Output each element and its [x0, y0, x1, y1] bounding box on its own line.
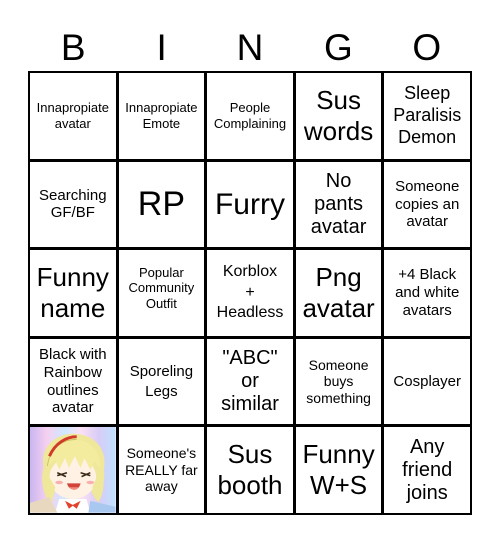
bingo-cell[interactable]: +4 Black and white avatars [384, 250, 470, 336]
bingo-cell[interactable]: Someone buys something [295, 338, 382, 425]
bingo-cell[interactable]: Innapropiate Emote [118, 73, 205, 159]
bingo-cell[interactable]: Black with Rainbow outlines avatar [30, 338, 116, 425]
bingo-cell[interactable]: Furry [207, 161, 293, 248]
cell-text: Any friend joins [402, 435, 453, 504]
cell-text: Innapropiate Emote [125, 100, 198, 131]
cell-text: Cosplayer [393, 372, 461, 390]
cell-text: Innapropiate avatar [36, 100, 109, 131]
bingo-cell[interactable]: Sus booth [207, 427, 293, 513]
bingo-cell[interactable]: Sus words [295, 73, 382, 159]
cell-text: Popular Community Outfit [128, 265, 195, 311]
bingo-cell[interactable]: Funny W+S [295, 427, 382, 513]
bingo-cell[interactable]: Sporeling Legs [118, 338, 205, 425]
cell-text: RP [137, 185, 185, 224]
header-letter-n: N [236, 27, 264, 68]
cell-text: Korblox + Headless [216, 262, 284, 322]
bingo-board: Innapropiate avatar Innapropiate Emote P… [28, 71, 472, 515]
cell-text: Someone copies an avatar [395, 177, 460, 231]
cell-text: People Complaining [213, 100, 287, 131]
bingo-cell[interactable]: RP [118, 161, 205, 248]
bingo-cell[interactable]: Searching GF/BF [30, 161, 116, 248]
bingo-cell[interactable]: Popular Community Outfit [118, 250, 205, 336]
bingo-cell[interactable]: "ABC" or similar [207, 338, 293, 425]
cell-text: Funny W+S [302, 439, 375, 501]
cell-text: Furry [214, 187, 285, 221]
cell-text: Black with Rainbow outlines avatar [39, 346, 107, 417]
cell-text: Sus words [303, 84, 374, 146]
header-letter-i: I [156, 27, 167, 68]
bingo-cell[interactable]: Cosplayer [384, 338, 470, 425]
cell-text: Someone buys something [306, 356, 371, 406]
cell-text: +4 Black and white avatars [395, 266, 460, 319]
bingo-cell[interactable]: Someone copies an avatar [384, 161, 470, 248]
bingo-cell[interactable]: Png avatar [295, 250, 382, 336]
cell-text: Sus booth [217, 439, 283, 501]
cell-text: "ABC" or similar [221, 347, 279, 416]
free-space-image-cell[interactable] [30, 427, 116, 513]
bingo-cell[interactable]: Korblox + Headless [207, 250, 293, 336]
cell-text: Funny name [36, 261, 109, 323]
cell-text: Searching GF/BF [39, 186, 107, 222]
bingo-cell[interactable]: Someone's REALLY far away [118, 427, 205, 513]
cell-text: Png avatar [302, 261, 375, 323]
cell-text: No pants avatar [310, 169, 367, 238]
cell-text: Sleep Paralisis Demon [393, 83, 462, 147]
bingo-cell[interactable]: Sleep Paralisis Demon [384, 73, 470, 159]
bingo-cell[interactable]: Funny name [30, 250, 116, 336]
header-letter-b: B [60, 27, 86, 68]
bingo-header: B I N G O [29, 26, 471, 70]
bingo-cell[interactable]: Innapropiate avatar [30, 73, 116, 159]
cell-text: Sporeling Legs [129, 363, 194, 400]
header-letter-o: O [412, 27, 442, 68]
bingo-cell[interactable]: Any friend joins [384, 427, 470, 513]
anime-character-image [30, 427, 116, 513]
bingo-cell[interactable]: People Complaining [207, 73, 293, 159]
cell-text: Someone's REALLY far away [125, 445, 198, 495]
bingo-cell[interactable]: No pants avatar [295, 161, 382, 248]
header-letter-g: G [324, 27, 353, 68]
